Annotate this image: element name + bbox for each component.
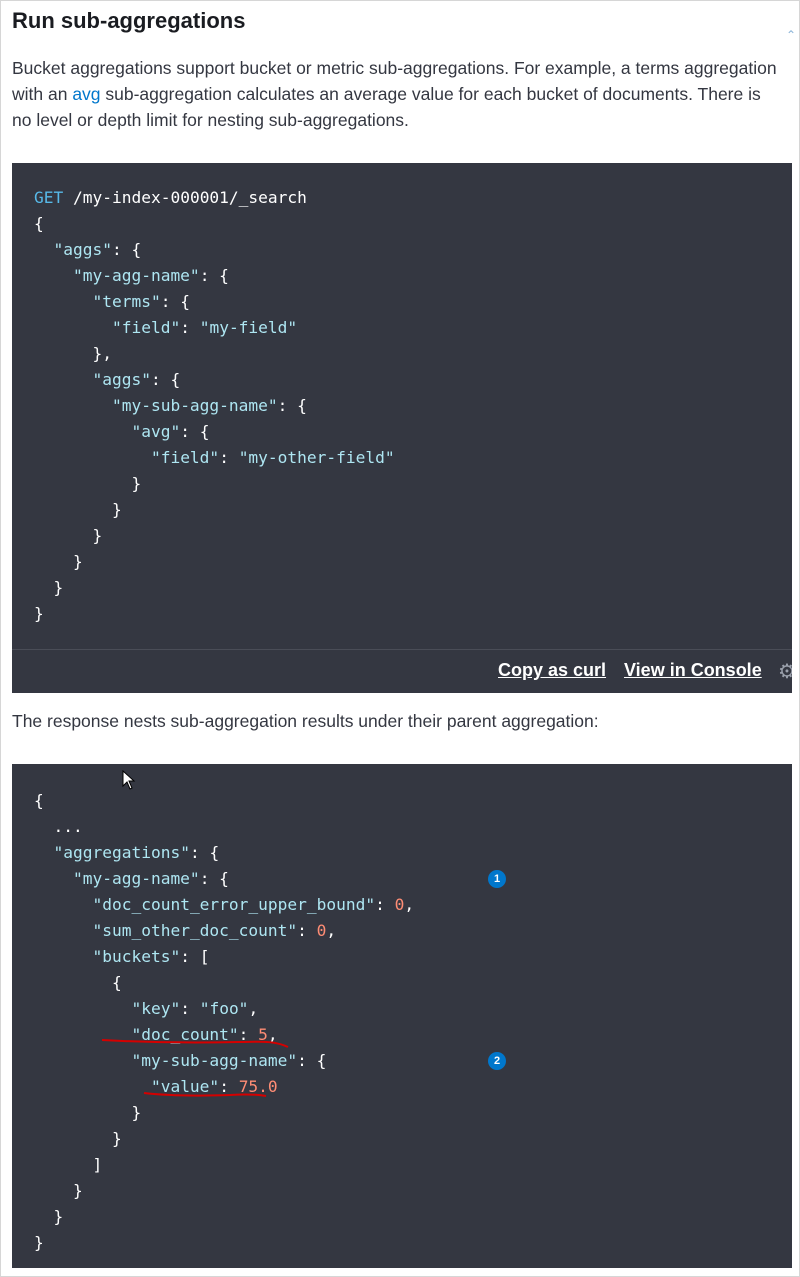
response-code-line-15: ] bbox=[34, 1155, 103, 1174]
mouse-cursor-icon bbox=[122, 770, 136, 790]
request-code: GET /my-index-000001/_search { "aggs": {… bbox=[34, 185, 395, 627]
response-code-line-2: ... bbox=[34, 817, 83, 836]
response-code-line-13: } bbox=[34, 1103, 142, 1122]
description-text-2: sub-aggregation calculates an average va… bbox=[12, 84, 761, 130]
response-code-line-8: { bbox=[34, 973, 122, 992]
request-code-line-6: }, bbox=[34, 344, 112, 363]
response-code-line-17: } bbox=[34, 1207, 64, 1226]
section-description: Bucket aggregations support bucket or me… bbox=[12, 55, 782, 133]
view-in-console-button[interactable]: View in Console bbox=[624, 660, 762, 681]
avg-link[interactable]: avg bbox=[72, 84, 100, 104]
request-code-line-1: { bbox=[34, 214, 44, 233]
response-code-line-9: "key": "foo", bbox=[131, 999, 259, 1018]
response-code-line-6: "sum_other_doc_count": 0, bbox=[92, 921, 337, 940]
request-path: /my-index-000001/_search bbox=[63, 188, 307, 207]
response-code: { ... "aggregations": { "my-agg-name": {… bbox=[34, 788, 414, 1256]
section-title: Run sub-aggregations bbox=[12, 8, 246, 33]
request-code-line-2: "aggs": { bbox=[53, 240, 142, 259]
callout-1-icon[interactable]: 1 bbox=[488, 870, 506, 888]
request-code-line-14: } bbox=[34, 552, 83, 571]
response-intro: The response nests sub-aggregation resul… bbox=[12, 711, 599, 731]
request-code-block: GET /my-index-000001/_search { "aggs": {… bbox=[12, 163, 792, 649]
request-code-line-9: "avg": { bbox=[131, 422, 210, 441]
response-code-line-10: "doc_count": 5, bbox=[131, 1025, 278, 1044]
request-method: GET bbox=[34, 188, 64, 207]
request-code-line-3: "my-agg-name": { bbox=[72, 266, 229, 285]
copy-as-curl-button[interactable]: Copy as curl bbox=[498, 660, 606, 681]
code-toolbar: Copy as curl View in Console ⚙ bbox=[12, 649, 792, 693]
request-code-line-16: } bbox=[34, 604, 44, 623]
request-code-line-12: } bbox=[34, 500, 122, 519]
scroll-indicator: ⌃ bbox=[786, 28, 794, 42]
request-code-line-13: } bbox=[34, 526, 103, 545]
request-code-line-15: } bbox=[34, 578, 64, 597]
response-code-line-12: "value": 75.0 bbox=[150, 1077, 278, 1096]
gear-icon[interactable]: ⚙ bbox=[778, 659, 792, 681]
response-code-line-3: "aggregations": { bbox=[53, 843, 220, 862]
request-code-line-4: "terms": { bbox=[92, 292, 190, 311]
request-code-line-11: } bbox=[34, 474, 142, 493]
response-code-line-4: "my-agg-name": { bbox=[72, 869, 229, 888]
request-code-line-7: "aggs": { bbox=[92, 370, 181, 389]
response-code-block: { ... "aggregations": { "my-agg-name": {… bbox=[12, 764, 792, 1268]
callout-2-icon[interactable]: 2 bbox=[488, 1052, 506, 1070]
response-code-line-11: "my-sub-agg-name": { bbox=[131, 1051, 327, 1070]
response-code-line-1: { bbox=[34, 791, 44, 810]
response-code-line-18: } bbox=[34, 1233, 44, 1252]
response-code-line-5: "doc_count_error_upper_bound": 0, bbox=[92, 895, 415, 914]
request-code-line-10: "field": "my-other-field" bbox=[150, 448, 395, 467]
response-code-line-7: "buckets": [ bbox=[92, 947, 210, 966]
response-code-line-14: } bbox=[34, 1129, 122, 1148]
request-code-line-5: "field": "my-field" bbox=[111, 318, 298, 337]
response-code-line-16: } bbox=[34, 1181, 83, 1200]
request-code-line-8: "my-sub-agg-name": { bbox=[111, 396, 307, 415]
